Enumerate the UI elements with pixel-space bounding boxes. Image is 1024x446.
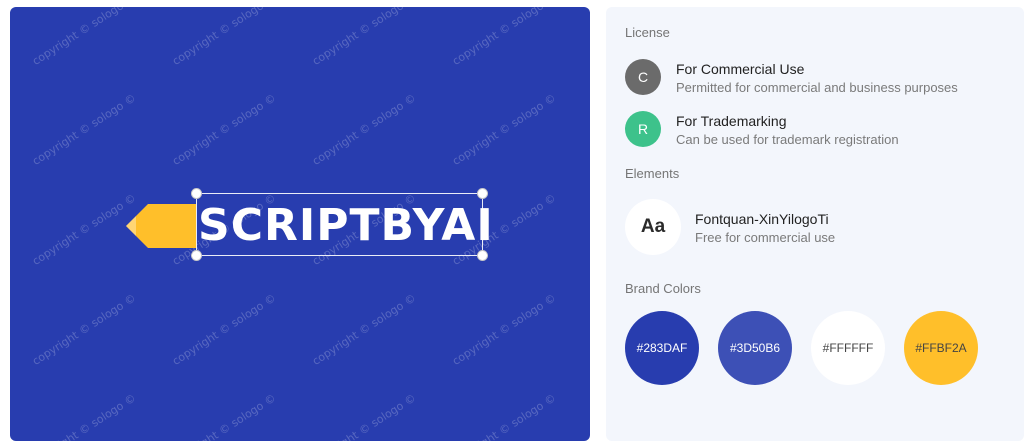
watermark-text: copyright © sologo © (310, 391, 419, 441)
trademark-badge-icon: R (625, 111, 661, 147)
color-swatch[interactable]: #283DAF (625, 311, 699, 385)
watermark-text: copyright © sologo © (30, 191, 139, 268)
watermark-text: copyright © sologo © (170, 91, 279, 168)
font-element[interactable]: Aa Fontquan-XinYilogoTi Free for commerc… (625, 199, 1015, 255)
resize-handle-bottom-left[interactable] (191, 250, 202, 261)
watermark-text: copyright © sologo © (30, 291, 139, 368)
color-swatch[interactable]: #3D50B6 (718, 311, 792, 385)
license-item-title: For Trademarking (676, 113, 787, 129)
watermark-text: copyright © sologo © (170, 391, 279, 441)
watermark-text: copyright © sologo © (450, 91, 559, 168)
resize-handle-bottom-right[interactable] (477, 250, 488, 261)
license-item-subtitle: Can be used for trademark registration (676, 132, 899, 147)
watermark-text: copyright © sologo © (310, 291, 419, 368)
watermark-text: copyright © sologo © (30, 7, 139, 68)
font-license-note: Free for commercial use (695, 230, 836, 245)
elements-section-title: Elements (625, 166, 680, 181)
brand-color-swatches: #283DAF #3D50B6 #FFFFFF #FFBF2A (625, 311, 1020, 385)
license-item-subtitle: Permitted for commercial and business pu… (676, 80, 958, 95)
watermark-text: copyright © sologo © (30, 391, 139, 441)
color-swatch[interactable]: #FFFFFF (811, 311, 885, 385)
font-name: Fontquan-XinYilogoTi (695, 211, 829, 227)
resize-handle-top-right[interactable] (477, 188, 488, 199)
selection-box[interactable] (191, 188, 488, 261)
color-swatch[interactable]: #FFBF2A (904, 311, 978, 385)
license-section-title: License (625, 25, 670, 40)
commercial-badge-icon: C (625, 59, 661, 95)
resize-handle-top-left[interactable] (191, 188, 202, 199)
watermark-text: copyright © sologo © (310, 91, 419, 168)
watermark-text: copyright © sologo © (170, 291, 279, 368)
license-item-commercial: C For Commercial Use Permitted for comme… (625, 59, 1015, 97)
brand-colors-section-title: Brand Colors (625, 281, 701, 296)
license-item-title: For Commercial Use (676, 61, 805, 77)
watermark-text: copyright © sologo © (310, 7, 419, 68)
logo-info-panel: License C For Commercial Use Permitted f… (606, 7, 1024, 441)
watermark-text: copyright © sologo © (450, 391, 559, 441)
watermark-text: copyright © sologo © (450, 7, 559, 68)
watermark-text: copyright © sologo © (170, 7, 279, 68)
logo-preview-canvas[interactable]: copyright © sologo © copyright © sologo ©… (10, 7, 590, 441)
font-preview-icon: Aa (625, 199, 681, 255)
watermark-text: copyright © sologo © (30, 91, 139, 168)
license-item-trademark: R For Trademarking Can be used for trade… (625, 111, 1015, 149)
watermark-text: copyright © sologo © (450, 291, 559, 368)
logo-element[interactable]: SCRIPTBYAI (126, 188, 493, 262)
